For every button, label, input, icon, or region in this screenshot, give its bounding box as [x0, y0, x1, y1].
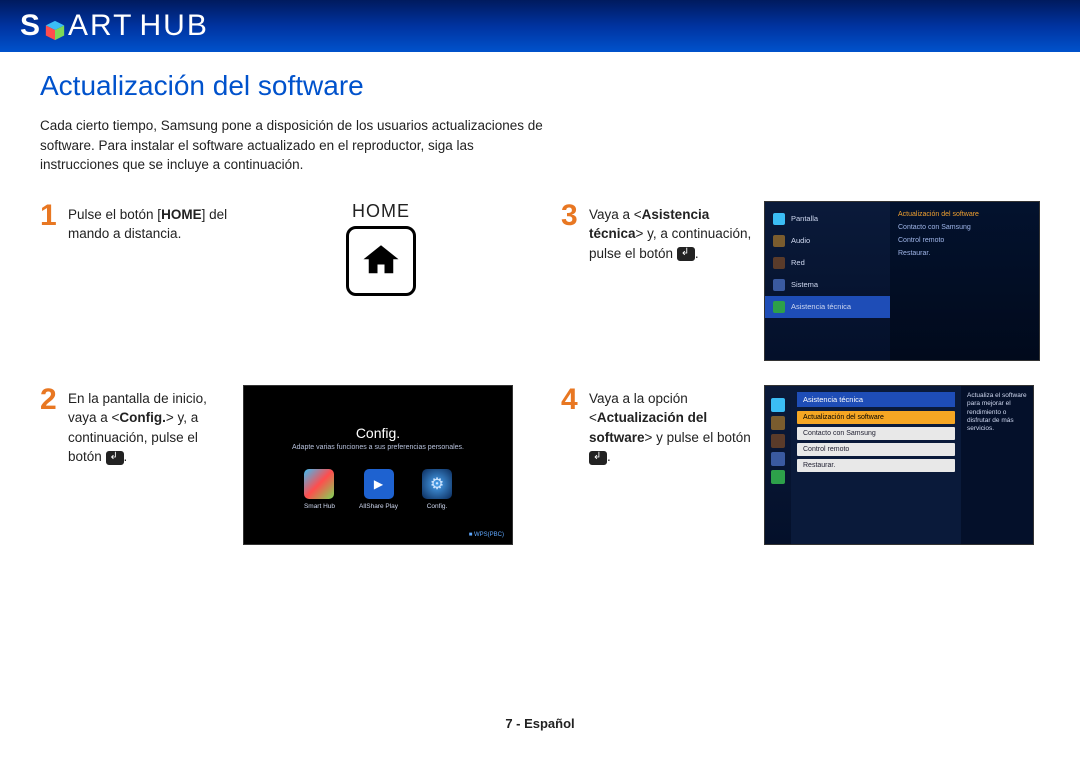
- tv-screen: Pantalla Audio Red Sistema Asistencia té…: [764, 201, 1040, 361]
- tv-desc: Actualiza el software para mejorar el re…: [961, 386, 1033, 544]
- home-icon: [346, 226, 416, 296]
- header: S ART HUB: [0, 0, 1080, 52]
- step-text: Pulse el botón [HOME] del mando a distan…: [68, 201, 243, 244]
- step-3: 3 Vaya a <Asistencia técnica> y, a conti…: [561, 201, 1040, 361]
- logo: S ART HUB: [20, 9, 209, 43]
- enter-icon: [106, 451, 124, 465]
- step-2: 2 En la pantalla de inicio, vaya a <Conf…: [40, 385, 519, 545]
- page-title: Actualización del software: [40, 70, 1040, 102]
- tv-screen: Config. Adapte varias funciones a sus pr…: [243, 385, 513, 545]
- logo-cube-icon: [44, 15, 66, 37]
- enter-icon: [677, 247, 695, 261]
- logo-s: S: [20, 9, 42, 43]
- step-number: 1: [40, 201, 68, 231]
- content: Actualización del software Cada cierto t…: [0, 52, 1080, 545]
- tv-right-panel: Actualización del software Contacto con …: [890, 202, 1039, 360]
- tv-sidebar-icons: [765, 386, 791, 544]
- tv-icon-smarthub: Smart Hub: [304, 469, 335, 510]
- logo-hub: HUB: [139, 9, 208, 43]
- tv-sidebar: Pantalla Audio Red Sistema Asistencia té…: [765, 202, 890, 360]
- step-number: 3: [561, 201, 589, 231]
- step-text: En la pantalla de inicio, vaya a <Config…: [68, 385, 243, 467]
- page-footer: 7 - Español: [0, 716, 1080, 731]
- tv3-illustration: Pantalla Audio Red Sistema Asistencia té…: [764, 201, 1040, 361]
- tv2-illustration: Config. Adapte varias funciones a sus pr…: [243, 385, 519, 545]
- intro-text: Cada cierto tiempo, Samsung pone a dispo…: [40, 116, 550, 175]
- step-text: Vaya a <Asistencia técnica> y, a continu…: [589, 201, 764, 264]
- enter-icon: [589, 451, 607, 465]
- home-label: HOME: [243, 201, 519, 222]
- tv4-illustration: Asistencia técnica Actualización del sof…: [764, 385, 1040, 545]
- step-text: Vaya a la opción <Actualización del soft…: [589, 385, 764, 467]
- step-4: 4 Vaya a la opción <Actualización del so…: [561, 385, 1040, 545]
- step-1: 1 Pulse el botón [HOME] del mando a dist…: [40, 201, 519, 361]
- logo-art: ART: [68, 9, 133, 43]
- tv-screen: Asistencia técnica Actualización del sof…: [764, 385, 1034, 545]
- tv-icon-allshare: ▶ AllShare Play: [359, 469, 398, 510]
- step-number: 4: [561, 385, 589, 415]
- steps-grid: 1 Pulse el botón [HOME] del mando a dist…: [40, 201, 1040, 545]
- home-illustration: HOME: [243, 201, 519, 296]
- tv-icon-config: ⚙ Config.: [422, 469, 452, 510]
- step-number: 2: [40, 385, 68, 415]
- tv-panel: Asistencia técnica Actualización del sof…: [791, 386, 961, 544]
